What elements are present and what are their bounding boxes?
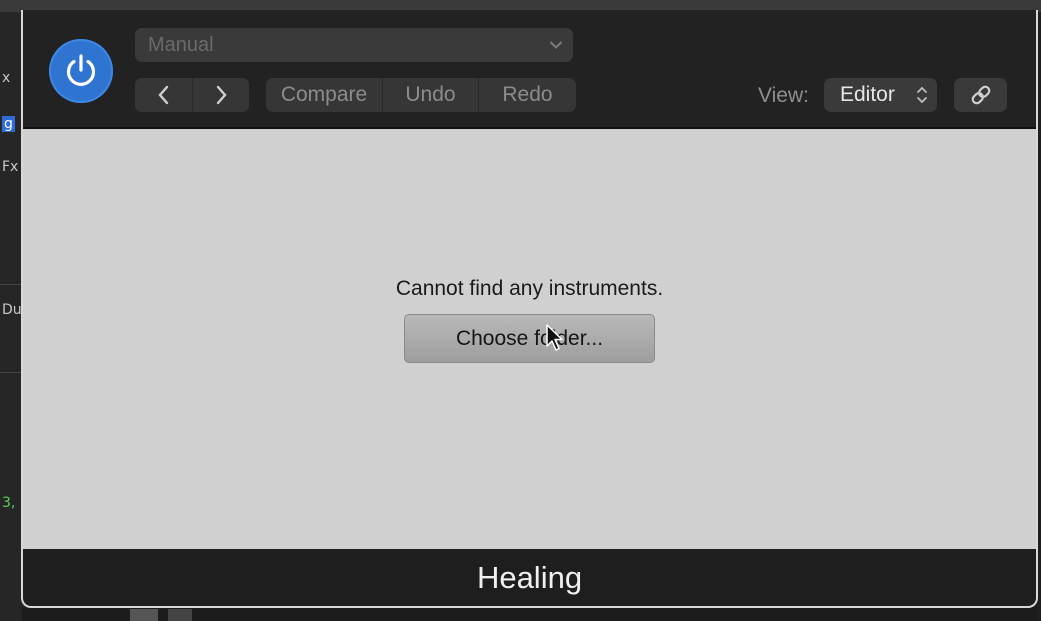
link-icon	[971, 85, 990, 105]
background-divider	[0, 284, 22, 285]
background-app-bottom	[22, 607, 1037, 621]
next-preset-button[interactable]	[192, 78, 249, 112]
background-fragment: x	[2, 70, 11, 86]
preset-value: Manual	[148, 33, 214, 56]
edit-action-group: Compare Undo Redo	[266, 78, 576, 112]
plugin-content-area: Cannot find any instruments. Choose fold…	[23, 129, 1036, 549]
choose-folder-button[interactable]: Choose folder...	[404, 314, 655, 363]
background-block	[168, 609, 192, 621]
plugin-header: Manual Compare Undo Redo View: Editor	[23, 10, 1036, 129]
chevron-left-icon	[157, 85, 168, 105]
previous-preset-button[interactable]	[135, 78, 192, 112]
power-icon	[66, 54, 96, 86]
plugin-name: Healing	[476, 559, 583, 595]
compare-button[interactable]: Compare	[266, 78, 382, 112]
plugin-window: Manual Compare Undo Redo View: Editor Ca…	[21, 10, 1038, 608]
power-button[interactable]	[49, 39, 113, 103]
plugin-name-footer: Healing	[23, 549, 1036, 606]
undo-button[interactable]: Undo	[382, 78, 478, 112]
mouse-pointer-icon	[546, 324, 563, 351]
view-label: View:	[758, 84, 809, 107]
background-fragment: Fx	[2, 159, 19, 175]
redo-button[interactable]: Redo	[478, 78, 576, 112]
link-button[interactable]	[954, 78, 1007, 112]
background-fragment: 3,	[2, 495, 16, 511]
no-instruments-message: Cannot find any instruments.	[395, 277, 664, 300]
background-block	[130, 609, 158, 621]
chevron-down-icon	[550, 41, 562, 49]
preset-nav-group	[135, 78, 249, 112]
background-divider	[0, 372, 22, 373]
background-app-left-panel: x g Fx Du 3,	[0, 12, 22, 621]
preset-dropdown[interactable]: Manual	[135, 28, 573, 62]
up-down-chevron-icon	[917, 86, 927, 104]
chevron-right-icon	[216, 85, 227, 105]
view-select[interactable]: Editor	[824, 78, 937, 112]
background-fragment: Du	[2, 302, 22, 318]
background-fragment: g	[2, 116, 15, 132]
view-select-value: Editor	[840, 83, 895, 106]
